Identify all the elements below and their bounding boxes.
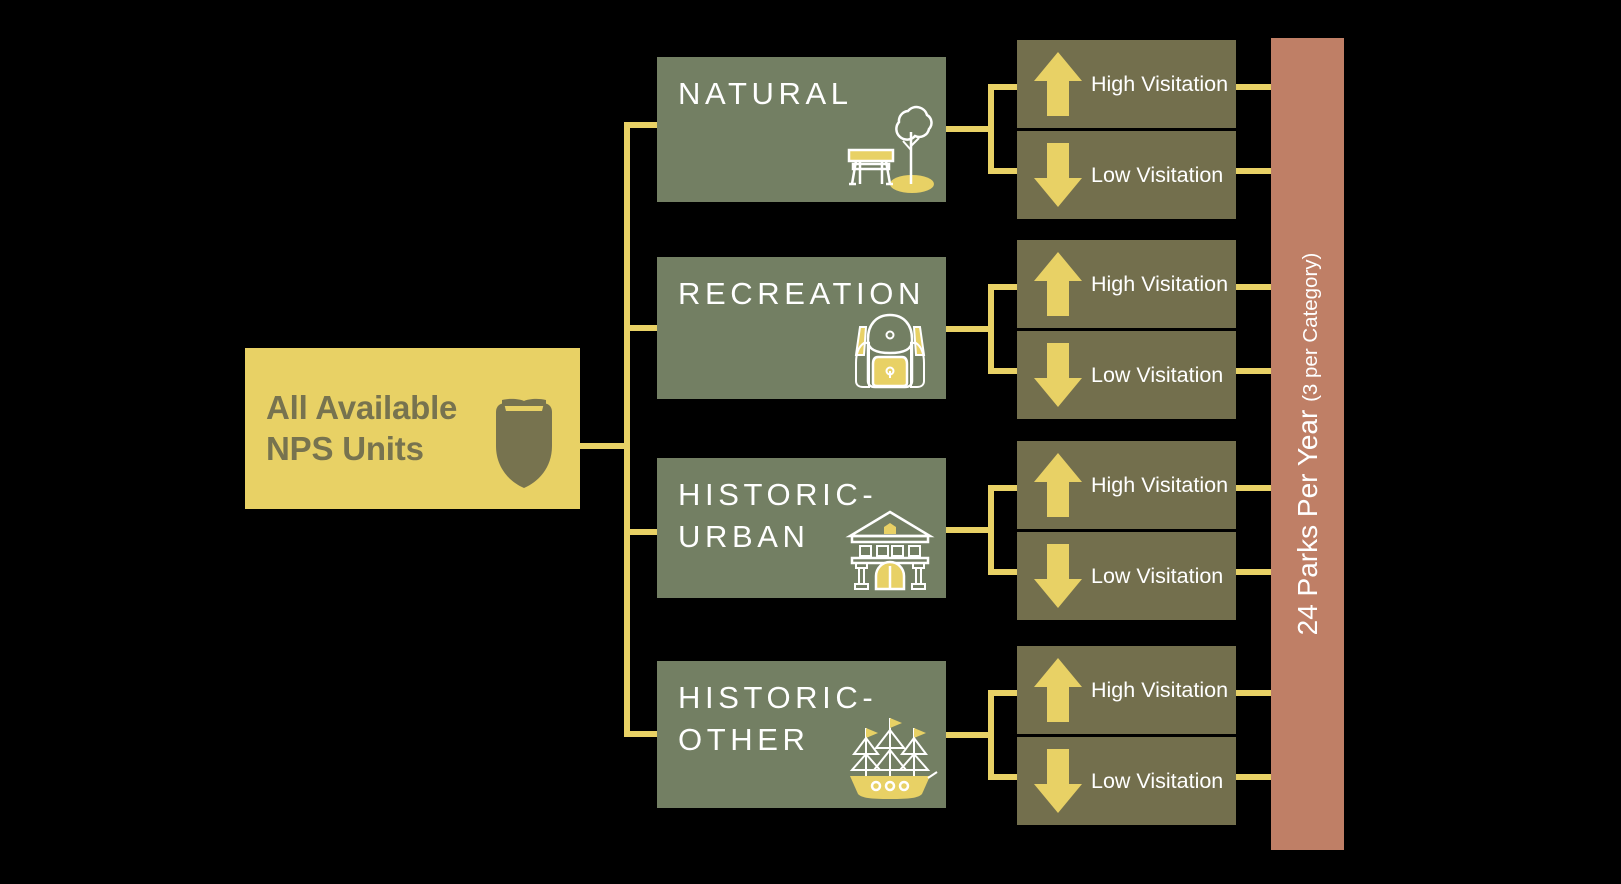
connector-historic-urban-fork-vertical bbox=[988, 485, 994, 575]
visitation-box-recreation-high[interactable]: High Visitation bbox=[1017, 240, 1236, 328]
sailing-ship-icon bbox=[849, 718, 938, 799]
arrow-up-icon bbox=[1034, 252, 1082, 316]
result-bar-sub-text: (3 per Category) bbox=[1298, 252, 1322, 402]
arrow-down-icon bbox=[1034, 143, 1082, 207]
visitation-label: High Visitation bbox=[1091, 677, 1229, 702]
result-bar-24-parks[interactable]: 24 Parks Per Year (3 per Category) bbox=[1271, 38, 1344, 850]
arrow-up-icon bbox=[1034, 658, 1082, 722]
connector-root-stub bbox=[580, 443, 630, 449]
root-node-label: All Available NPS Units bbox=[266, 389, 458, 467]
result-bar-main-text: 24 Parks Per Year bbox=[1291, 401, 1323, 636]
diagram-canvas: All Available NPS Units NATURAL High Vis… bbox=[0, 0, 1621, 884]
visitation-label: Low Visitation bbox=[1091, 768, 1224, 793]
visitation-box-historic-urban-high[interactable]: High Visitation bbox=[1017, 441, 1236, 529]
category-box-historic-urban[interactable]: HISTORIC- URBAN bbox=[657, 458, 946, 598]
visitation-box-historic-other-high[interactable]: High Visitation bbox=[1017, 646, 1236, 734]
arrow-down-icon bbox=[1034, 343, 1082, 407]
visitation-box-natural-high[interactable]: High Visitation bbox=[1017, 40, 1236, 128]
arrow-up-icon bbox=[1034, 52, 1082, 116]
connector-natural-fork-vertical bbox=[988, 84, 994, 174]
visitation-box-natural-low[interactable]: Low Visitation bbox=[1017, 131, 1236, 219]
visitation-label: Low Visitation bbox=[1091, 362, 1224, 387]
connector-trunk-vertical bbox=[624, 122, 630, 737]
connector-recreation-high bbox=[988, 284, 1020, 290]
arrow-up-icon bbox=[1034, 453, 1082, 517]
connector-historic-urban-low bbox=[988, 569, 1020, 575]
backpack-icon bbox=[854, 313, 926, 389]
visitation-label: Low Visitation bbox=[1091, 162, 1224, 187]
category-label-natural: NATURAL bbox=[678, 76, 853, 111]
arrow-down-icon bbox=[1034, 749, 1082, 813]
connector-historic-urban-high bbox=[988, 485, 1020, 491]
connector-recreation-low bbox=[988, 368, 1020, 374]
connector-historic-other-high bbox=[988, 690, 1020, 696]
connector-natural-stub bbox=[946, 126, 994, 132]
result-bar-label: 24 Parks Per Year (3 per Category) bbox=[1292, 253, 1324, 636]
arrow-down-icon bbox=[1034, 544, 1082, 608]
category-box-recreation[interactable]: RECREATION bbox=[657, 257, 946, 399]
classical-building-icon bbox=[845, 510, 935, 591]
visitation-box-historic-other-low[interactable]: Low Visitation bbox=[1017, 737, 1236, 825]
visitation-label: High Visitation bbox=[1091, 271, 1229, 296]
visitation-label: High Visitation bbox=[1091, 71, 1229, 96]
connector-historic-urban-stub bbox=[946, 527, 994, 533]
connector-historic-other-low bbox=[988, 774, 1020, 780]
connector-natural-high bbox=[988, 84, 1020, 90]
visitation-label: Low Visitation bbox=[1091, 563, 1224, 588]
visitation-label: High Visitation bbox=[1091, 472, 1229, 497]
visitation-box-recreation-low[interactable]: Low Visitation bbox=[1017, 331, 1236, 419]
connector-recreation-stub bbox=[946, 326, 994, 332]
tree-and-bench-icon bbox=[847, 105, 934, 193]
nps-arrowhead-icon bbox=[496, 398, 552, 488]
connector-recreation-fork-vertical bbox=[988, 284, 994, 374]
root-node-all-nps-units[interactable]: All Available NPS Units bbox=[245, 348, 580, 509]
connector-historic-other-fork-vertical bbox=[988, 690, 994, 780]
visitation-box-historic-urban-low[interactable]: Low Visitation bbox=[1017, 532, 1236, 620]
category-box-historic-other[interactable]: HISTORIC- OTHER bbox=[657, 661, 946, 808]
connector-historic-other-stub bbox=[946, 732, 994, 738]
category-box-natural[interactable]: NATURAL bbox=[657, 57, 946, 202]
connector-natural-low bbox=[988, 168, 1020, 174]
